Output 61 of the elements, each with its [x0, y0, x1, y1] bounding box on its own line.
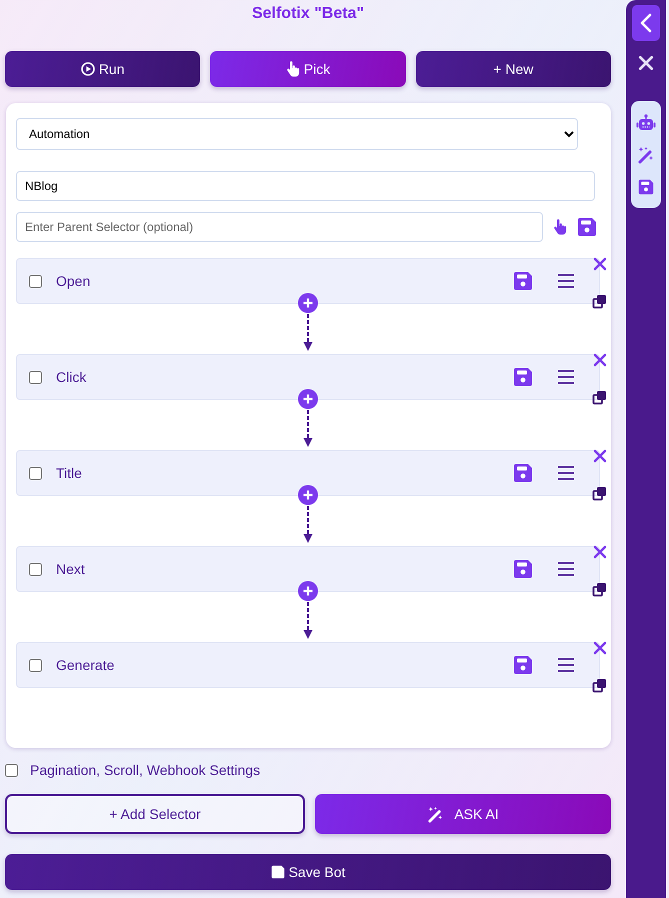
settings-checkbox[interactable] [5, 764, 18, 776]
step-label: Generate [56, 657, 116, 673]
robot-icon[interactable] [636, 114, 656, 132]
add-selector-button[interactable]: + Add Selector [5, 794, 305, 834]
step-checkbox[interactable] [29, 466, 42, 480]
run-button[interactable]: Run [5, 51, 200, 87]
magic-wand-icon [427, 806, 444, 822]
new-button[interactable]: + New [416, 51, 611, 87]
connector-arrow [303, 505, 313, 544]
settings-label: Pagination, Scroll, Webhook Settings [30, 762, 260, 778]
back-button[interactable] [632, 5, 660, 41]
step-checkbox[interactable] [29, 370, 42, 384]
add-step-icon[interactable] [298, 485, 318, 505]
step-label: Open [56, 273, 92, 289]
save-bot-button[interactable]: Save Bot [5, 854, 611, 890]
mode-dropdown[interactable]: Automation [16, 118, 578, 150]
close-icon[interactable] [593, 257, 607, 271]
copy-icon[interactable] [592, 582, 607, 597]
magic-wand-button-icon[interactable] [637, 146, 655, 164]
add-step-icon[interactable] [298, 389, 318, 409]
connector-arrow [303, 313, 313, 352]
close-icon[interactable] [593, 449, 607, 463]
save-icon [270, 865, 285, 879]
hand-pointer-icon [286, 61, 300, 77]
menu-icon[interactable] [557, 657, 575, 673]
connector-arrow [303, 409, 313, 448]
copy-icon[interactable] [592, 678, 607, 693]
ask-ai-button[interactable]: ASK AI [315, 794, 611, 834]
close-icon[interactable] [593, 353, 607, 367]
play-icon [80, 62, 95, 76]
app-title: Selfotix "Beta" [250, 5, 366, 24]
chevron-left-icon [640, 13, 652, 33]
menu-icon[interactable] [557, 273, 575, 289]
save-icon[interactable] [513, 463, 533, 483]
step-label: Title [56, 465, 83, 481]
save-icon[interactable] [513, 271, 533, 291]
step-label: Next [56, 561, 86, 577]
add-step-icon[interactable] [298, 293, 318, 313]
copy-icon[interactable] [592, 486, 607, 501]
save-icon[interactable] [638, 178, 654, 195]
menu-icon[interactable] [557, 561, 575, 577]
save-icon[interactable] [513, 655, 533, 675]
add-step-icon[interactable] [298, 581, 318, 601]
save-icon[interactable] [577, 217, 597, 237]
menu-icon[interactable] [557, 369, 575, 385]
step-label: Click [56, 369, 88, 385]
close-icon[interactable] [593, 641, 607, 655]
step-checkbox[interactable] [29, 562, 42, 576]
copy-icon[interactable] [592, 294, 607, 309]
copy-icon[interactable] [592, 390, 607, 405]
save-icon[interactable] [513, 367, 533, 387]
menu-icon[interactable] [557, 465, 575, 481]
save-icon[interactable] [513, 559, 533, 579]
connector-arrow [303, 601, 313, 640]
hand-pointer-icon[interactable] [553, 219, 567, 235]
pick-button[interactable]: Pick [210, 51, 406, 87]
bot-name-field[interactable]: NBlog [16, 171, 595, 201]
step-checkbox[interactable] [29, 658, 42, 672]
close-icon[interactable] [593, 545, 607, 559]
step-checkbox[interactable] [29, 274, 42, 288]
parent-selector-field[interactable]: Enter Parent Selector (optional) [16, 212, 543, 242]
